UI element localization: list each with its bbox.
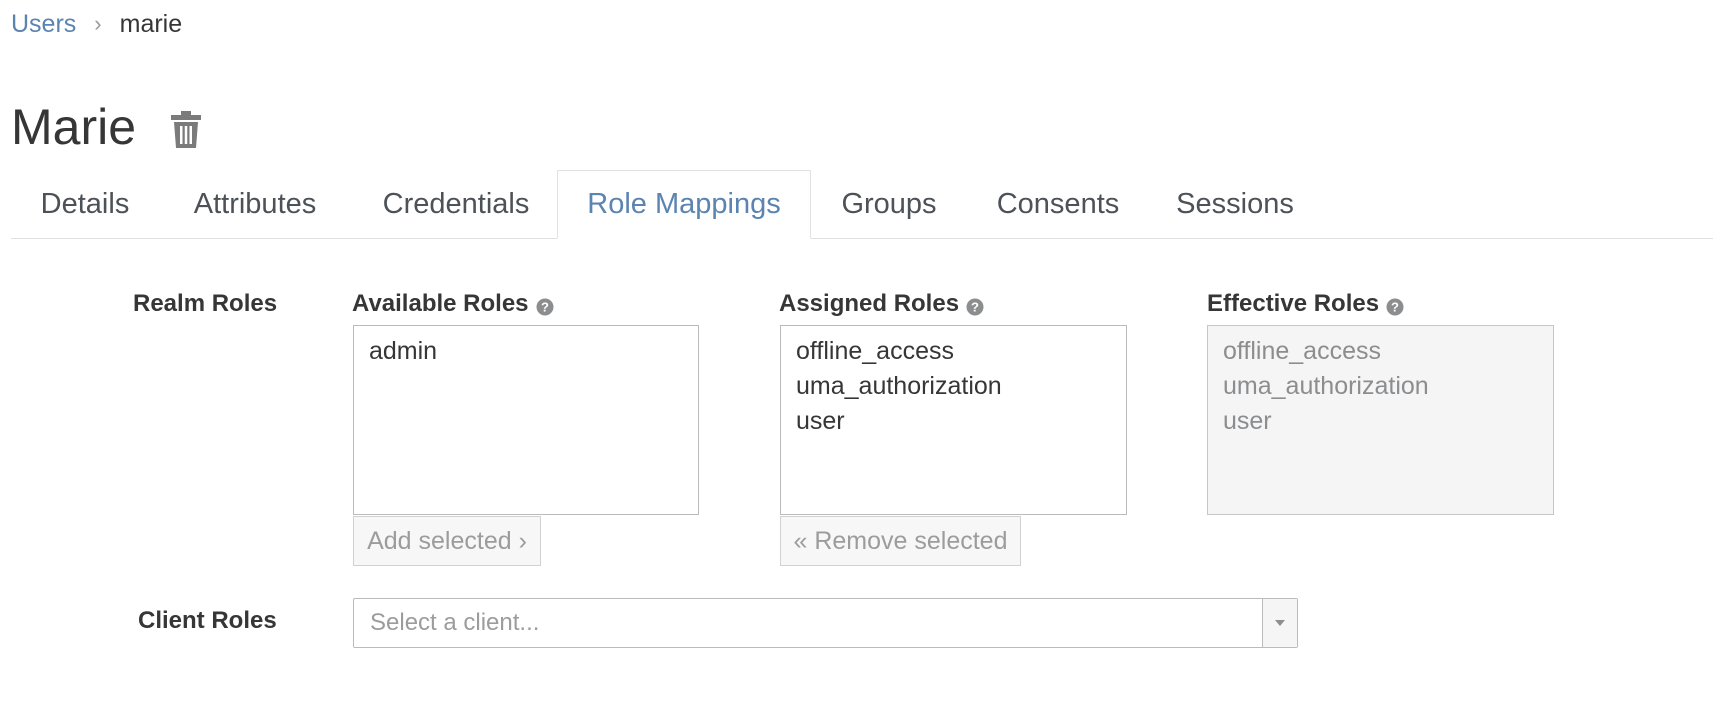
breadcrumb: Users › marie [11,8,182,40]
breadcrumb-separator: › [94,11,102,36]
available-role-option[interactable]: admin [369,334,683,369]
effective-roles-header: Effective Roles ? [1207,290,1404,318]
chevron-down-icon[interactable] [1262,599,1297,647]
effective-role-option: uma_authorization [1223,372,1429,400]
effective-roles-label: Effective Roles [1207,290,1380,317]
breadcrumb-current: marie [119,10,183,38]
svg-text:?: ? [971,300,979,315]
title-row: Marie [11,96,202,158]
remove-selected-button[interactable]: « Remove selected [780,516,1021,566]
svg-text:?: ? [1391,300,1399,315]
tab-role-mappings[interactable]: Role Mappings [557,170,811,239]
tab-sessions[interactable]: Sessions [1153,170,1317,238]
available-roles-label: Available Roles [352,290,529,317]
available-roles-header: Available Roles ? [352,290,554,318]
add-selected-button[interactable]: Add selected › [353,516,541,566]
help-icon[interactable]: ? [966,295,984,316]
assigned-role-option[interactable]: uma_authorization [796,369,1111,404]
assigned-role-option[interactable]: user [796,404,1111,439]
svg-text:?: ? [541,300,549,315]
realm-roles-label: Realm Roles [133,290,278,317]
client-select[interactable]: Select a client... [353,598,1298,648]
client-select-placeholder: Select a client... [370,609,540,636]
help-icon[interactable]: ? [536,295,554,316]
client-roles-label: Client Roles [138,607,277,634]
effective-roles-listbox: offline_access uma_authorization user [1207,325,1554,515]
tab-details[interactable]: Details [11,170,159,238]
help-icon[interactable]: ? [1386,295,1404,316]
tab-consents[interactable]: Consents [975,170,1141,238]
tab-groups[interactable]: Groups [811,170,967,238]
trash-icon[interactable] [170,110,202,150]
assigned-role-option[interactable]: offline_access [796,334,1111,369]
page-title: Marie [11,99,137,155]
effective-role-option: user [1223,407,1272,435]
user-role-mappings-page: Users › marie Marie Details Attributes C… [0,0,1713,728]
tab-attributes[interactable]: Attributes [161,170,349,238]
tab-credentials[interactable]: Credentials [353,170,559,238]
assigned-roles-listbox[interactable]: offline_access uma_authorization user [780,325,1127,515]
available-roles-listbox[interactable]: admin [353,325,699,515]
effective-role-option: offline_access [1223,337,1381,365]
user-tabs: Details Attributes Credentials Role Mapp… [11,170,1713,239]
assigned-roles-label: Assigned Roles [779,290,960,317]
assigned-roles-header: Assigned Roles ? [779,290,984,318]
breadcrumb-users-link[interactable]: Users [11,8,76,40]
